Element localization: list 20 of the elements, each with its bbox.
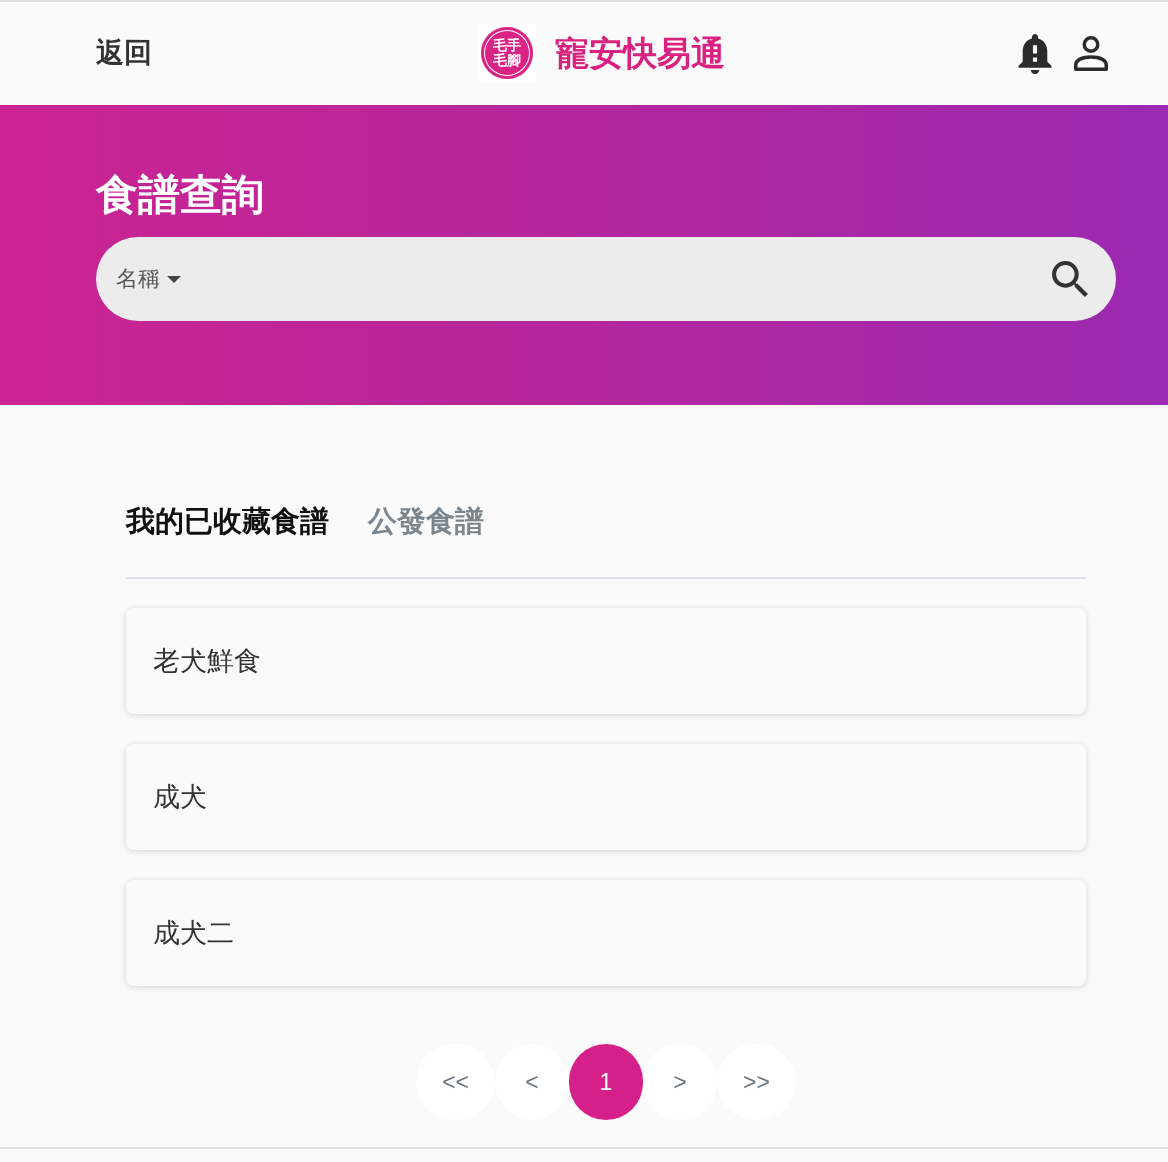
search-icon[interactable] [1052,261,1088,297]
page-button[interactable]: << [416,1044,495,1120]
page-button[interactable]: 1 [569,1044,643,1120]
recipe-card[interactable]: 老犬鮮食 [126,608,1086,714]
recipe-card[interactable]: 成犬 [126,744,1086,850]
page-button[interactable]: >> [717,1044,796,1120]
brand-title: 寵安快易通 [555,32,725,74]
user-icon[interactable] [1074,35,1108,71]
back-link[interactable]: 返回 [96,36,152,70]
filter-dropdown[interactable]: 名稱 [116,264,181,294]
tab[interactable]: 公發食譜 [368,503,484,539]
recipe-card[interactable]: 成犬二 [126,880,1086,986]
page-button[interactable]: > [643,1044,717,1120]
page-button[interactable]: < [495,1044,569,1120]
caret-icon [167,275,181,283]
logo-badge: 毛手 毛腳 [478,24,536,82]
page-title: 食譜查詢 [96,169,265,221]
bell-icon[interactable] [1018,34,1052,74]
search-field[interactable]: 名稱 [96,237,1116,321]
tab[interactable]: 我的已收藏食譜 [126,503,329,539]
